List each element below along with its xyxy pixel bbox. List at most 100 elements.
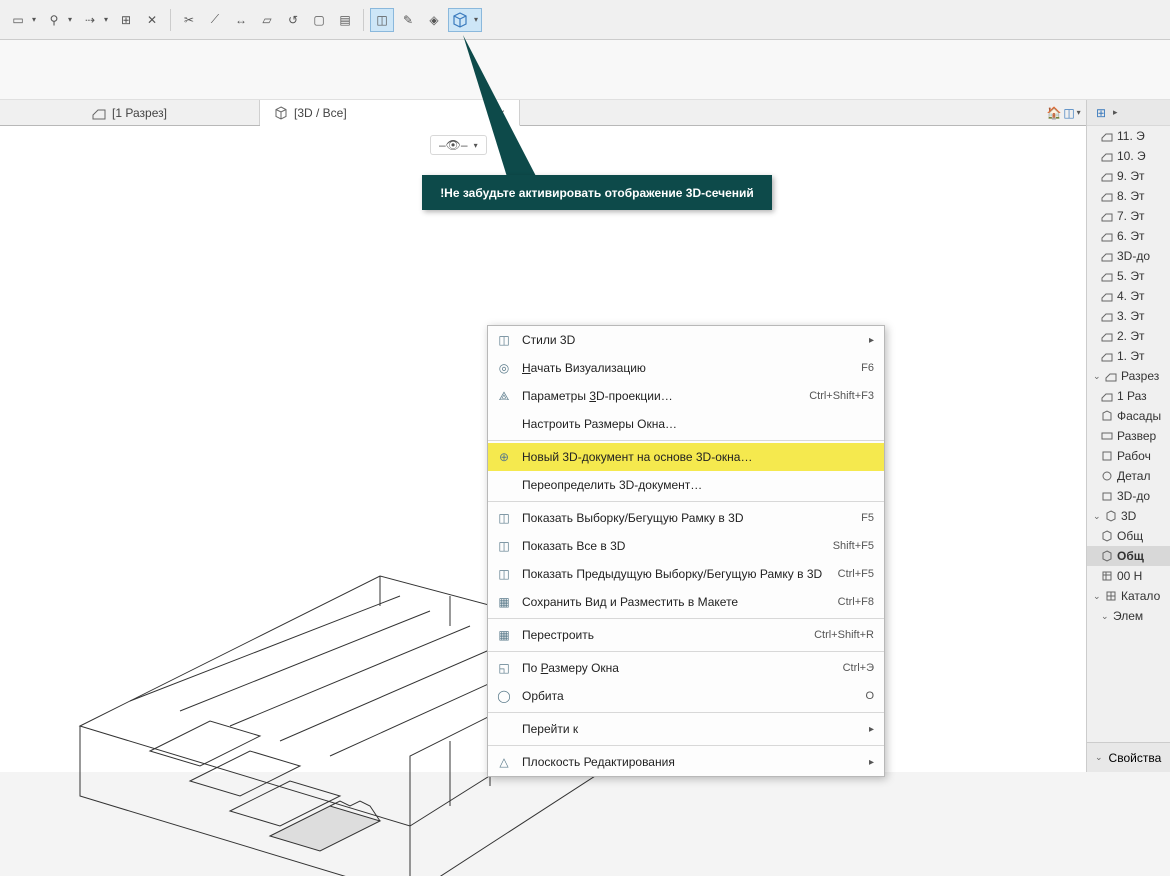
- tree-label: Элем: [1113, 609, 1143, 623]
- tree-item-floor[interactable]: 4. Эт: [1087, 286, 1170, 306]
- menu-separator: [488, 745, 884, 746]
- tree-icon[interactable]: ⊞: [1093, 105, 1109, 121]
- tree-item-floor[interactable]: 8. Эт: [1087, 186, 1170, 206]
- angle-tool[interactable]: ✕: [140, 8, 164, 32]
- tree-item-obsch1[interactable]: Общ: [1087, 526, 1170, 546]
- tree-item-floor[interactable]: 3. Эт: [1087, 306, 1170, 326]
- stack-tool[interactable]: ▤: [333, 8, 357, 32]
- menu-label: Сохранить Вид и Разместить в Макете: [522, 595, 738, 609]
- brush-tool[interactable]: ✎: [396, 8, 420, 32]
- menu-show-prev[interactable]: ◫ Показать Предыдущую Выборку/Бегущую Ра…: [488, 560, 884, 588]
- menu-win-size[interactable]: Настроить Размеры Окна…: [488, 410, 884, 438]
- submenu-arrow-icon: ▸: [869, 724, 874, 735]
- tree-label: 2. Эт: [1117, 329, 1144, 343]
- layer-tool[interactable]: ◈: [422, 8, 446, 32]
- tree-item-floor[interactable]: 6. Эт: [1087, 226, 1170, 246]
- menu-show-selection[interactable]: ◫ Показать Выборку/Бегущую Рамку в 3D F5: [488, 504, 884, 532]
- group-tool[interactable]: ◫: [370, 8, 394, 32]
- close-icon[interactable]: ×: [497, 105, 505, 121]
- menu-start-viz[interactable]: ◎ Начать Визуализацию F6: [488, 354, 884, 382]
- tree-item-floor[interactable]: 3D-до: [1087, 246, 1170, 266]
- camera-icon: ◎: [496, 360, 512, 376]
- rect-tool[interactable]: ▱: [255, 8, 279, 32]
- user-tool[interactable]: ⚲: [42, 8, 76, 32]
- section-icon: [92, 106, 106, 120]
- tree-item-floor[interactable]: 2. Эт: [1087, 326, 1170, 346]
- tree-item-floor[interactable]: 5. Эт: [1087, 266, 1170, 286]
- tree-label: 3D-до: [1117, 249, 1150, 263]
- menu-label: По Размеру Окна: [522, 661, 619, 675]
- layers-dropdown[interactable]: ◫: [1064, 105, 1080, 121]
- shortcut: F6: [861, 362, 874, 374]
- tree-item-obsch2[interactable]: Общ: [1087, 546, 1170, 566]
- menu-redef-doc[interactable]: Переопределить 3D-документ…: [488, 471, 884, 499]
- house-icon[interactable]: 🏠: [1046, 105, 1062, 121]
- ribbon-gap: [0, 40, 1170, 100]
- menu-goto[interactable]: Перейти к ▸: [488, 715, 884, 743]
- tab-3d[interactable]: [3D / Все] ×: [260, 100, 520, 126]
- shortcut: O: [865, 690, 874, 702]
- visibility-dropdown[interactable]: –👁–: [430, 135, 487, 155]
- cube-3d-tool[interactable]: [448, 8, 482, 32]
- plane-icon: △: [496, 754, 512, 770]
- properties-header[interactable]: ⌄ Свойства: [1087, 742, 1170, 772]
- tab-section[interactable]: [1 Разрез]: [0, 100, 260, 125]
- tree-label: Катало: [1121, 589, 1160, 603]
- select-tool[interactable]: ▭: [6, 8, 40, 32]
- tree-item-rabo[interactable]: Рабоч: [1087, 446, 1170, 466]
- tree-item-floor[interactable]: 1. Эт: [1087, 346, 1170, 366]
- tab-label: [1 Разрез]: [112, 106, 167, 120]
- tree-item-razrez1[interactable]: 1 Раз: [1087, 386, 1170, 406]
- measure-tool[interactable]: ↔: [229, 8, 253, 32]
- tree-section-katalo[interactable]: ⌄Катало: [1087, 586, 1170, 606]
- grid-tool[interactable]: ⊞: [114, 8, 138, 32]
- menu-separator: [488, 618, 884, 619]
- tree-item-floor[interactable]: 7. Эт: [1087, 206, 1170, 226]
- tree-section-3d[interactable]: ⌄3D: [1087, 506, 1170, 526]
- floor-icon: [1101, 190, 1113, 202]
- tree-item-floor[interactable]: 11. Э: [1087, 126, 1170, 146]
- scissors-tool[interactable]: ✂: [177, 8, 201, 32]
- tree-item-floor[interactable]: 9. Эт: [1087, 166, 1170, 186]
- menu-orbit[interactable]: ◯ Орбита O: [488, 682, 884, 710]
- menu-fit-window[interactable]: ◱ По Размеру Окна Ctrl+Э: [488, 654, 884, 682]
- tree-label: 5. Эт: [1117, 269, 1144, 283]
- tree-item-floor[interactable]: 10. Э: [1087, 146, 1170, 166]
- tree-item-elem[interactable]: ⌄Элем: [1087, 606, 1170, 626]
- shortcut: Ctrl+Shift+F3: [809, 390, 874, 402]
- doc3d-icon: [1101, 490, 1113, 502]
- menu-label: Показать Все в 3D: [522, 539, 625, 553]
- tree-label: Разрез: [1121, 369, 1159, 383]
- floor-icon: [1101, 230, 1113, 242]
- menu-label: Плоскость Редактирования: [522, 755, 675, 769]
- tree-item-detal[interactable]: Детал: [1087, 466, 1170, 486]
- tree-label: Развер: [1117, 429, 1156, 443]
- tree-item-fasad[interactable]: Фасады: [1087, 406, 1170, 426]
- section-icon: [1101, 390, 1113, 402]
- cube-prev-icon: ◫: [496, 566, 512, 582]
- menu-rebuild[interactable]: ▦ Перестроить Ctrl+Shift+R: [488, 621, 884, 649]
- menu-new-3d-doc[interactable]: ⊕ Новый 3D-документ на основе 3D-окна…: [488, 443, 884, 471]
- trim-tool[interactable]: ⟋: [203, 8, 227, 32]
- tree-label: Детал: [1117, 469, 1150, 483]
- floor-icon: [1101, 130, 1113, 142]
- menu-styles-3d[interactable]: ◫ Стили 3D ▸: [488, 326, 884, 354]
- unfold-icon: [1101, 430, 1113, 442]
- navigator-panel: ⊞ ▸ 11. Э10. Э9. Эт8. Эт7. Эт6. Эт3D-до5…: [1086, 100, 1170, 772]
- floor-icon: [1101, 210, 1113, 222]
- menu-label: Показать Предыдущую Выборку/Бегущую Рамк…: [522, 567, 822, 581]
- tree-item-3ddo[interactable]: 3D-до: [1087, 486, 1170, 506]
- curve-tool[interactable]: ↺: [281, 8, 305, 32]
- tree-label: Рабоч: [1117, 449, 1151, 463]
- menu-save-view[interactable]: ▦ Сохранить Вид и Разместить в Макете Ct…: [488, 588, 884, 616]
- menu-label: Перестроить: [522, 628, 594, 642]
- menu-show-all[interactable]: ◫ Показать Все в 3D Shift+F5: [488, 532, 884, 560]
- schedule-icon: [1101, 570, 1113, 582]
- link-tool[interactable]: ⇢: [78, 8, 112, 32]
- tree-item-razver[interactable]: Развер: [1087, 426, 1170, 446]
- box-tool[interactable]: ▢: [307, 8, 331, 32]
- tree-item-ooh[interactable]: 00 Н: [1087, 566, 1170, 586]
- tree-section-razrez[interactable]: ⌄Разрез: [1087, 366, 1170, 386]
- menu-proj-params[interactable]: ⟁ Параметры 3D-проекции… Ctrl+Shift+F3: [488, 382, 884, 410]
- menu-label: Показать Выборку/Бегущую Рамку в 3D: [522, 511, 743, 525]
